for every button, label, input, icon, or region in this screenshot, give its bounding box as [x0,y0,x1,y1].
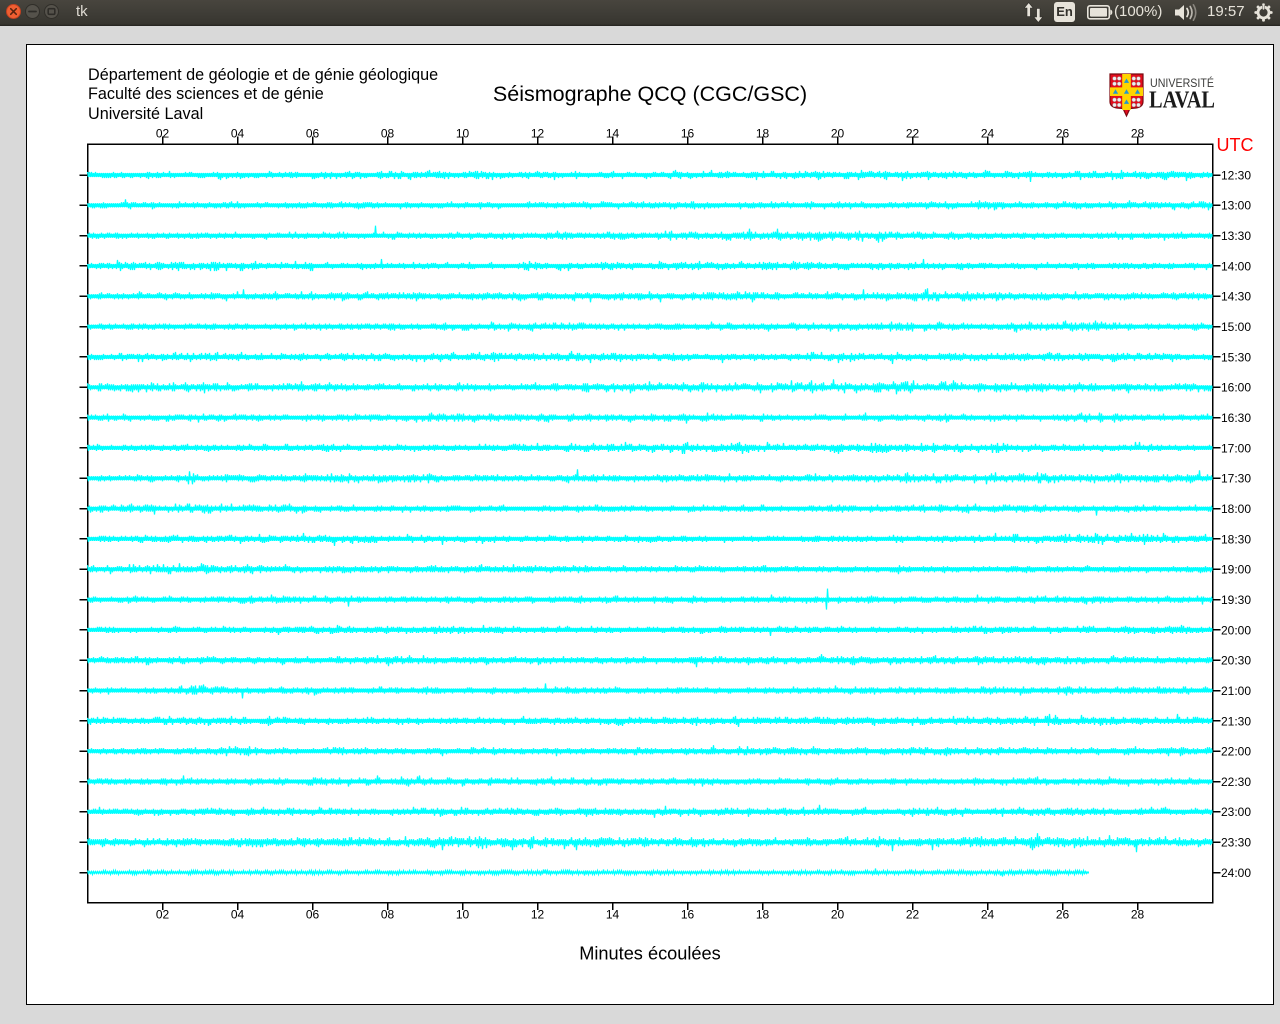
svg-text:14:00: 14:00 [1221,259,1251,273]
svg-text:20:30: 20:30 [1221,654,1251,668]
svg-text:12:30: 12:30 [1221,168,1251,182]
svg-text:18: 18 [756,908,770,922]
svg-text:20:00: 20:00 [1221,623,1251,637]
svg-text:26: 26 [1056,127,1070,141]
svg-text:08: 08 [381,908,395,922]
svg-text:UTC: UTC [1217,135,1254,155]
svg-text:19:00: 19:00 [1221,563,1251,577]
svg-text:28: 28 [1131,127,1145,141]
svg-text:19:30: 19:30 [1221,593,1251,607]
svg-text:24:00: 24:00 [1221,866,1251,880]
svg-text:12: 12 [531,127,545,141]
svg-text:26: 26 [1056,908,1070,922]
svg-text:02: 02 [156,127,170,141]
svg-text:22: 22 [906,127,920,141]
svg-text:23:00: 23:00 [1221,805,1251,819]
svg-text:17:30: 17:30 [1221,472,1251,486]
svg-text:13:00: 13:00 [1221,199,1251,213]
svg-text:16:00: 16:00 [1221,381,1251,395]
svg-text:16:30: 16:30 [1221,411,1251,425]
svg-text:18:30: 18:30 [1221,532,1251,546]
svg-text:Minutes écoulées: Minutes écoulées [579,944,721,964]
svg-text:06: 06 [306,127,320,141]
svg-text:22:00: 22:00 [1221,745,1251,759]
svg-text:24: 24 [981,127,995,141]
svg-text:15:30: 15:30 [1221,350,1251,364]
svg-text:14: 14 [606,127,620,141]
svg-text:14: 14 [606,908,620,922]
svg-text:06: 06 [306,908,320,922]
svg-text:20: 20 [831,908,845,922]
svg-text:02: 02 [156,908,170,922]
svg-text:24: 24 [981,908,995,922]
svg-text:21:00: 21:00 [1221,684,1251,698]
svg-text:22: 22 [906,908,920,922]
svg-text:17:00: 17:00 [1221,441,1251,455]
svg-text:28: 28 [1131,908,1145,922]
svg-text:13:30: 13:30 [1221,229,1251,243]
svg-text:15:00: 15:00 [1221,320,1251,334]
svg-text:10: 10 [456,127,470,141]
svg-text:20: 20 [831,127,845,141]
svg-text:16: 16 [681,908,695,922]
svg-text:21:30: 21:30 [1221,714,1251,728]
svg-text:23:30: 23:30 [1221,836,1251,850]
svg-text:18:00: 18:00 [1221,502,1251,516]
svg-text:22:30: 22:30 [1221,775,1251,789]
svg-text:08: 08 [381,127,395,141]
svg-text:14:30: 14:30 [1221,290,1251,304]
svg-text:16: 16 [681,127,695,141]
svg-text:12: 12 [531,908,545,922]
svg-text:04: 04 [231,908,245,922]
svg-text:04: 04 [231,127,245,141]
svg-text:18: 18 [756,127,770,141]
svg-text:10: 10 [456,908,470,922]
